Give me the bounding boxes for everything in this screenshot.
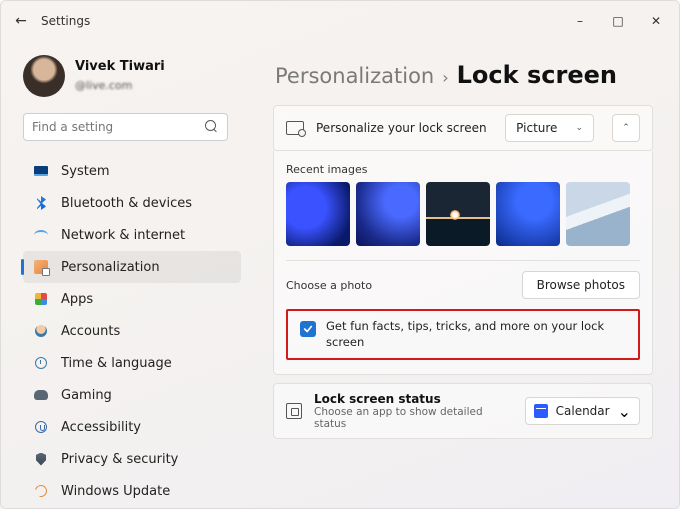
sidebar-item-gaming[interactable]: Gaming <box>23 379 241 411</box>
accessibility-icon <box>33 419 49 435</box>
select-value: Picture <box>516 121 557 135</box>
personalize-lock-label: Personalize your lock screen <box>316 121 493 135</box>
browse-photos-button[interactable]: Browse photos <box>522 271 640 299</box>
recent-images-title: Recent images <box>286 163 640 176</box>
status-app-icon <box>286 403 302 419</box>
minimize-button[interactable]: – <box>573 14 587 28</box>
close-button[interactable]: ✕ <box>649 14 663 28</box>
page-title: Lock screen <box>457 61 617 89</box>
gaming-icon <box>33 387 49 403</box>
breadcrumb-parent[interactable]: Personalization <box>275 64 434 88</box>
lock-status-desc: Choose an app to show detailed status <box>314 406 513 430</box>
fun-facts-row: Get fun facts, tips, tricks, and more on… <box>286 309 640 360</box>
recent-image-thumb[interactable] <box>496 182 560 246</box>
recent-image-thumb[interactable] <box>356 182 420 246</box>
sidebar-item-label: Time & language <box>61 356 172 371</box>
breadcrumb: Personalization › Lock screen <box>275 61 667 89</box>
recent-image-thumb[interactable] <box>426 182 490 246</box>
chevron-right-icon: › <box>442 68 448 87</box>
select-value: Calendar <box>556 404 610 418</box>
chevron-down-icon: ⌄ <box>618 402 631 421</box>
search-input-wrapper[interactable] <box>23 113 228 141</box>
sidebar-item-bluetooth[interactable]: Bluetooth & devices <box>23 187 241 219</box>
personalize-lock-select[interactable]: Picture ⌄ <box>505 114 594 142</box>
sidebar-item-label: Personalization <box>61 260 160 275</box>
time-icon <box>33 355 49 371</box>
sidebar-item-accessibility[interactable]: Accessibility <box>23 411 241 443</box>
sidebar-item-accounts[interactable]: Accounts <box>23 315 241 347</box>
calendar-icon <box>534 404 548 418</box>
sidebar-item-personalization[interactable]: Personalization <box>23 251 241 283</box>
sidebar-item-label: System <box>61 164 109 179</box>
system-icon <box>33 163 49 179</box>
sidebar-item-label: Windows Update <box>61 484 170 499</box>
chevron-down-icon: ⌄ <box>575 123 583 133</box>
sidebar-item-label: Accounts <box>61 324 120 339</box>
network-icon <box>33 227 49 243</box>
sidebar-item-update[interactable]: Windows Update <box>23 475 241 507</box>
lock-status-title: Lock screen status <box>314 392 513 406</box>
sidebar-item-privacy[interactable]: Privacy & security <box>23 443 241 475</box>
recent-image-thumb[interactable] <box>566 182 630 246</box>
choose-photo-label: Choose a photo <box>286 279 372 292</box>
personalize-lock-expanded: Recent images Choose a photo Browse phot… <box>273 151 653 375</box>
sidebar-item-label: Apps <box>61 292 93 307</box>
collapse-button[interactable]: ⌃ <box>612 114 640 142</box>
personalization-icon <box>33 259 49 275</box>
recent-image-thumb[interactable] <box>286 182 350 246</box>
recent-images-grid <box>286 182 640 246</box>
titlebar: ← Settings – □ ✕ <box>1 1 679 41</box>
bluetooth-icon <box>33 195 49 211</box>
sidebar-item-label: Gaming <box>61 388 112 403</box>
search-input[interactable] <box>32 120 205 134</box>
app-title: Settings <box>41 14 90 28</box>
back-button[interactable]: ← <box>1 13 41 29</box>
fun-facts-label: Get fun facts, tips, tricks, and more on… <box>326 319 626 350</box>
user-profile[interactable]: Vivek Tiwari @live.com <box>23 55 241 97</box>
lock-status-select[interactable]: Calendar ⌄ <box>525 397 640 425</box>
nav: System Bluetooth & devices Network & int… <box>23 155 241 507</box>
fun-facts-checkbox[interactable] <box>300 321 316 337</box>
monitor-lock-icon <box>286 121 304 135</box>
lock-status-row: Lock screen status Choose an app to show… <box>273 383 653 439</box>
chevron-up-icon: ⌃ <box>622 123 630 133</box>
user-name: Vivek Tiwari <box>75 59 165 74</box>
sidebar-item-label: Bluetooth & devices <box>61 196 192 211</box>
search-icon <box>205 120 219 134</box>
sidebar-item-system[interactable]: System <box>23 155 241 187</box>
apps-icon <box>33 291 49 307</box>
accounts-icon <box>33 323 49 339</box>
sidebar-item-time[interactable]: Time & language <box>23 347 241 379</box>
sidebar-item-label: Privacy & security <box>61 452 178 467</box>
privacy-icon <box>33 451 49 467</box>
sidebar-item-apps[interactable]: Apps <box>23 283 241 315</box>
maximize-button[interactable]: □ <box>611 14 625 28</box>
sidebar-item-network[interactable]: Network & internet <box>23 219 241 251</box>
personalize-lock-row: Personalize your lock screen Picture ⌄ ⌃ <box>273 105 653 151</box>
avatar <box>23 55 65 97</box>
update-icon <box>33 483 49 499</box>
sidebar-item-label: Network & internet <box>61 228 185 243</box>
user-email: @live.com <box>75 79 132 92</box>
sidebar-item-label: Accessibility <box>61 420 141 435</box>
